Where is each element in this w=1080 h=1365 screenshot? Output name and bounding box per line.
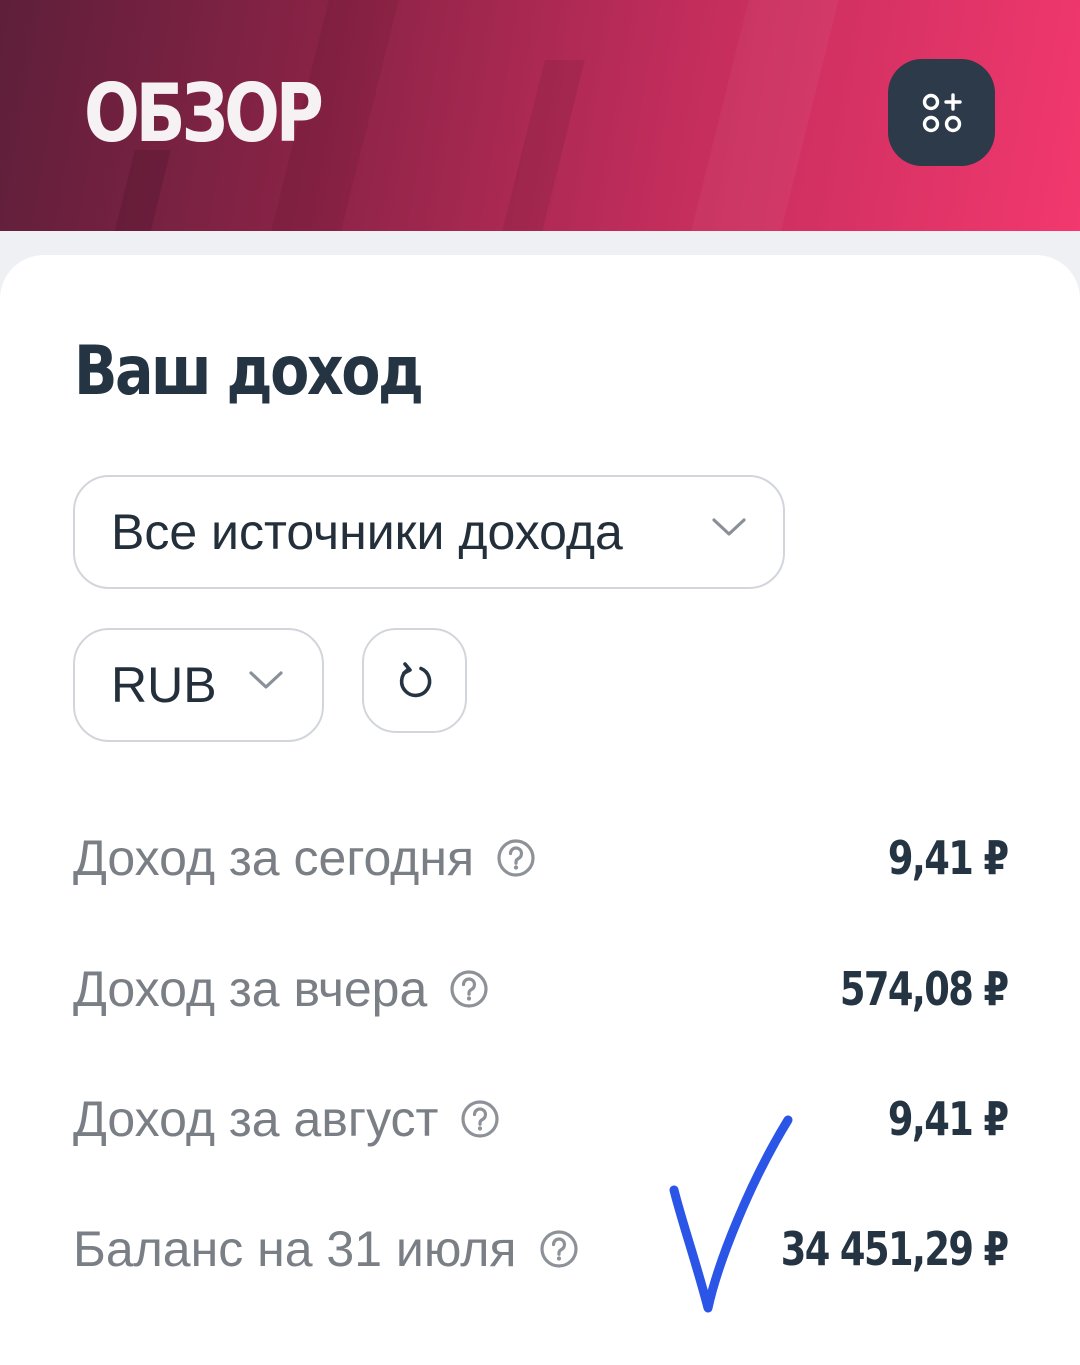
income-row-label: Доход за вчера xyxy=(73,961,428,1017)
currency-select[interactable]: RUB xyxy=(73,628,324,742)
header-decoration xyxy=(691,0,839,231)
income-source-value: Все источники дохода xyxy=(111,504,623,560)
widgets-add-icon xyxy=(922,92,962,132)
help-icon[interactable] xyxy=(496,838,536,878)
currency-value: RUB xyxy=(111,657,217,713)
header-decoration xyxy=(495,60,585,231)
chevron-down-icon xyxy=(249,671,283,689)
income-row-value: 574,08 ₽ xyxy=(840,962,1009,1016)
refresh-button[interactable] xyxy=(362,628,467,733)
page-title: ОБЗОР xyxy=(84,67,324,160)
widgets-button[interactable] xyxy=(888,59,995,166)
income-row-value: 34 451,29 ₽ xyxy=(781,1222,1009,1276)
help-icon[interactable] xyxy=(460,1099,500,1139)
help-icon[interactable] xyxy=(449,969,489,1009)
income-row-yesterday: Доход за вчера 574,08 ₽ xyxy=(73,954,1010,1024)
income-row-month: Доход за август 9,41 ₽ xyxy=(73,1084,1010,1154)
header-banner: ОБЗОР xyxy=(0,0,1080,231)
chevron-down-icon xyxy=(712,518,746,536)
income-row-label: Баланс на 31 июля xyxy=(73,1221,517,1277)
handwritten-checkmark xyxy=(669,1115,793,1313)
income-source-select[interactable]: Все источники дохода xyxy=(73,475,785,589)
income-row-value: 9,41 ₽ xyxy=(888,831,1009,885)
balance-row: Баланс на 31 июля 34 451,29 ₽ xyxy=(73,1214,1010,1284)
header-decoration xyxy=(105,150,171,231)
income-row-today: Доход за сегодня 9,41 ₽ xyxy=(73,823,1010,893)
income-card xyxy=(0,255,1080,1365)
help-icon[interactable] xyxy=(539,1229,579,1269)
income-title: Ваш доход xyxy=(74,332,424,411)
refresh-icon xyxy=(399,661,431,697)
income-row-label: Доход за август xyxy=(73,1091,439,1147)
income-row-value: 9,41 ₽ xyxy=(888,1092,1009,1146)
income-row-label: Доход за сегодня xyxy=(73,830,475,886)
